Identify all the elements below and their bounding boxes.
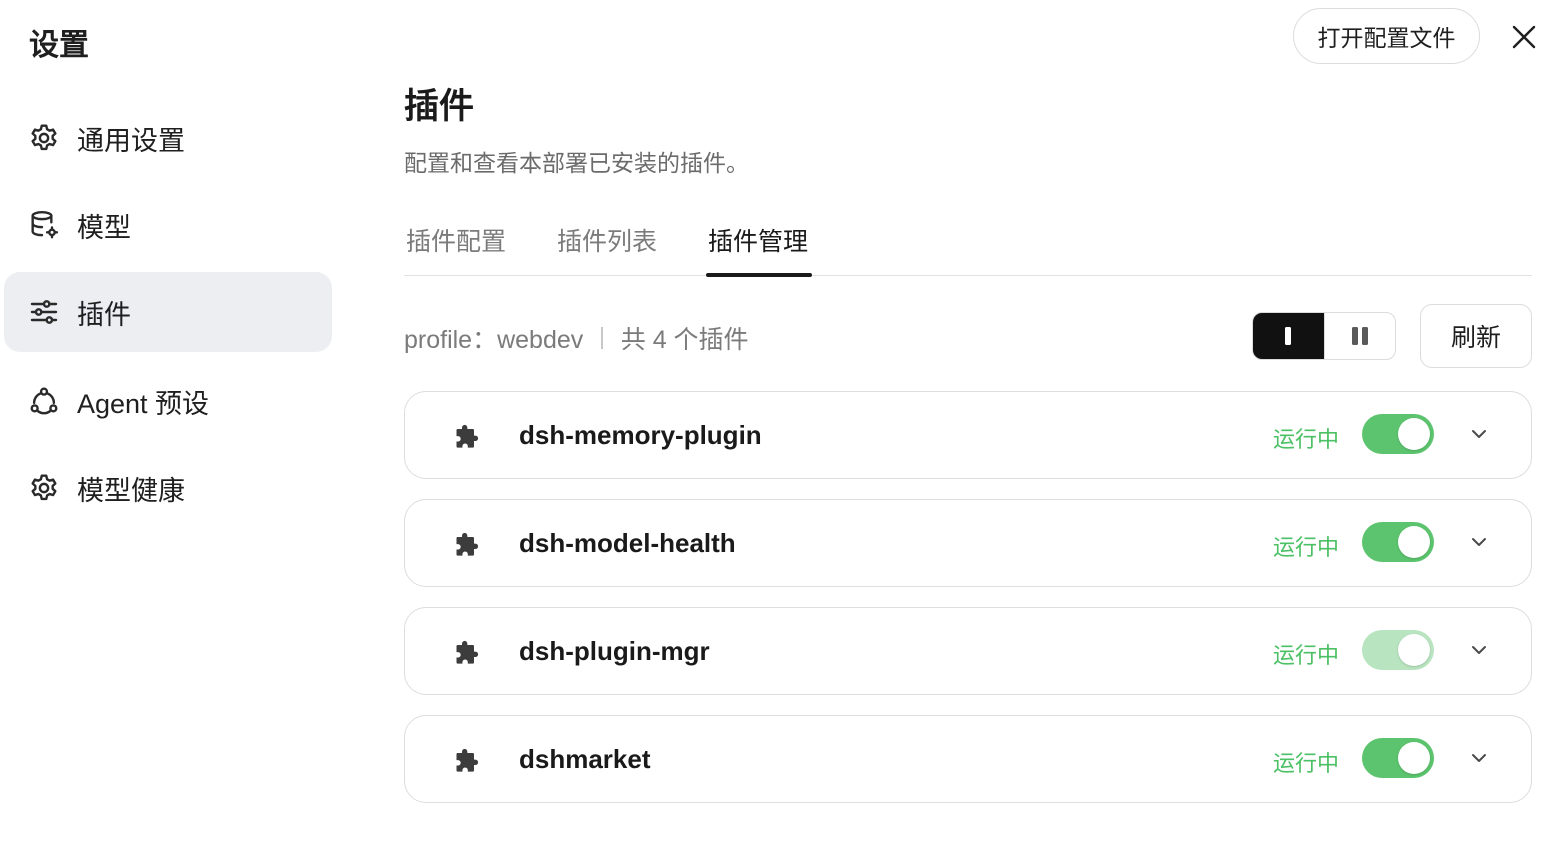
plugin-enable-toggle[interactable] [1362, 414, 1434, 454]
two-column-view-button[interactable] [1323, 313, 1396, 359]
sidebar-item-label: 模型健康 [77, 475, 185, 506]
plugin-enable-toggle[interactable] [1362, 738, 1434, 778]
plugin-enable-toggle[interactable] [1362, 522, 1434, 562]
sidebar-item-models[interactable]: 模型 [4, 185, 332, 265]
chevron-down-icon[interactable] [1467, 530, 1491, 554]
plugin-card: dsh-memory-plugin 运行中 [404, 391, 1532, 479]
status-badge: 运行中 [1273, 427, 1340, 452]
chevron-down-icon[interactable] [1467, 746, 1491, 770]
plugin-card: dsh-plugin-mgr 运行中 [404, 607, 1532, 695]
single-column-icon [1285, 327, 1292, 345]
gear-icon [28, 472, 60, 504]
plugin-meta: profile：webdev 共 4 个插件 [404, 320, 749, 356]
puzzle-icon [456, 532, 479, 556]
view-mode-toggle [1252, 312, 1396, 360]
chevron-down-icon[interactable] [1467, 638, 1491, 662]
puzzle-icon [456, 640, 479, 664]
gear-icon [28, 122, 60, 154]
tab-plugin-config[interactable]: 插件配置 [406, 222, 506, 276]
sidebar-item-model-health[interactable]: 模型健康 [4, 448, 332, 528]
toggle-knob [1398, 634, 1430, 666]
puzzle-icon [456, 424, 479, 448]
sidebar-item-label: 模型 [77, 212, 131, 243]
plugin-name: dshmarket [519, 744, 651, 774]
close-icon [1512, 25, 1536, 49]
profile-label: profile：webdev [404, 326, 584, 354]
open-config-file-button[interactable]: 打开配置文件 [1293, 8, 1480, 64]
chevron-down-icon[interactable] [1467, 422, 1491, 446]
close-button[interactable] [1505, 18, 1543, 56]
tab-plugin-management[interactable]: 插件管理 [705, 222, 813, 277]
toggle-knob [1398, 742, 1430, 774]
sidebar-item-label: 插件 [77, 299, 131, 330]
plugin-card: dsh-model-health 运行中 [404, 499, 1532, 587]
agent-icon [28, 385, 60, 417]
refresh-button[interactable]: 刷新 [1420, 304, 1532, 368]
sidebar-item-label: Agent 预设 [77, 388, 210, 419]
divider [601, 327, 603, 349]
tab-bar: 插件配置 插件列表 插件管理 [404, 210, 1532, 277]
toggle-knob [1398, 526, 1430, 558]
status-badge: 运行中 [1273, 535, 1340, 560]
single-column-view-button[interactable] [1253, 313, 1324, 359]
plugin-name: dsh-memory-plugin [519, 420, 762, 450]
toggle-knob [1398, 418, 1430, 450]
plugin-name: dsh-model-health [519, 528, 736, 558]
sidebar-item-agent-presets[interactable]: Agent 预设 [4, 361, 332, 441]
database-icon [28, 209, 60, 241]
puzzle-icon [456, 748, 479, 772]
two-column-icon [1351, 327, 1368, 345]
sidebar-item-plugins[interactable]: 插件 [4, 272, 332, 352]
plugin-name: dsh-plugin-mgr [519, 636, 710, 666]
plugin-enable-toggle [1362, 630, 1434, 670]
plugin-count: 共 4 个插件 [620, 326, 749, 354]
page-description: 配置和查看本部署已安装的插件。 [404, 150, 749, 176]
settings-title: 设置 [29, 29, 89, 62]
plugin-card: dshmarket 运行中 [404, 715, 1532, 803]
status-badge: 运行中 [1273, 751, 1340, 776]
status-badge: 运行中 [1273, 643, 1340, 668]
page-title: 插件 [404, 87, 475, 126]
sidebar-item-label: 通用设置 [77, 125, 185, 156]
sidebar-item-general[interactable]: 通用设置 [4, 98, 332, 178]
sliders-icon [28, 296, 60, 328]
tab-plugin-list[interactable]: 插件列表 [557, 222, 657, 276]
